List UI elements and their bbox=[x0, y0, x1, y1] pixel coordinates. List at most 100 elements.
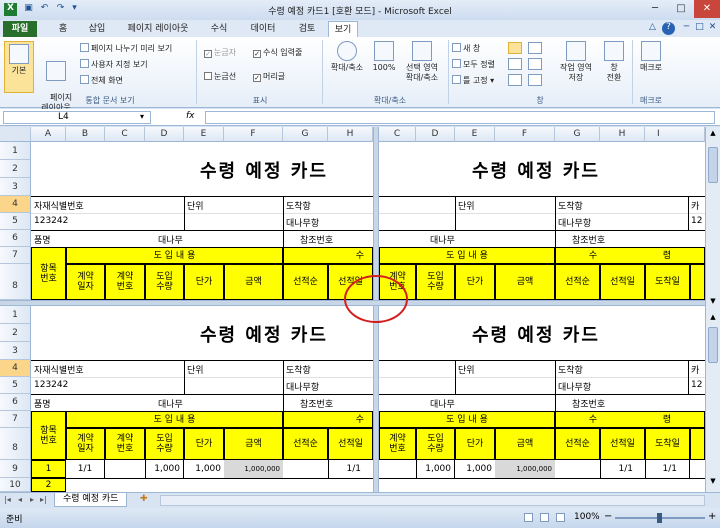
row-header-6[interactable]: 6 bbox=[0, 230, 31, 247]
tab-file[interactable]: 파일 bbox=[3, 21, 37, 37]
save-workspace-button[interactable]: 작업 영역 저장 bbox=[554, 41, 598, 83]
row-header-5-lower[interactable]: 5 bbox=[0, 377, 31, 394]
column-header-A[interactable]: A bbox=[31, 127, 66, 142]
contract-date-cell[interactable]: 1/1 bbox=[66, 460, 105, 478]
import-qty-cell[interactable]: 1,000 bbox=[145, 460, 184, 478]
maximize-button[interactable]: □ bbox=[668, 0, 694, 18]
tab-view[interactable]: 보기 bbox=[328, 21, 358, 37]
item-name-value-lower[interactable]: 대나무 bbox=[158, 397, 183, 410]
import-qty-cell-right[interactable]: 1,000 bbox=[416, 460, 455, 478]
row-header-8[interactable]: 8 bbox=[0, 264, 31, 300]
column-header-I-right[interactable]: I bbox=[645, 127, 705, 142]
row-header-3[interactable]: 3 bbox=[0, 178, 31, 196]
scroll-down-lower-icon[interactable]: ▼ bbox=[708, 477, 718, 487]
scroll-up-lower-icon[interactable]: ▲ bbox=[708, 313, 718, 323]
split-icon[interactable] bbox=[508, 42, 522, 54]
sheet-tab-1[interactable]: 수령 예정 카드 bbox=[54, 493, 128, 507]
ruler-checkbox[interactable]: ✓ 눈금자 bbox=[204, 47, 236, 58]
item-name-value-right[interactable]: 대나무 bbox=[430, 233, 455, 246]
arrival-date-cell-right[interactable]: 1/1 bbox=[645, 460, 690, 478]
ship-date-cell[interactable]: 1/1 bbox=[328, 460, 373, 478]
item-name-value-lower-right[interactable]: 대나무 bbox=[430, 397, 455, 410]
macros-button[interactable]: 매크로 bbox=[636, 41, 666, 73]
minimize-button[interactable]: ─ bbox=[642, 0, 668, 18]
scroll-up-icon[interactable]: ▲ bbox=[708, 129, 718, 139]
tab-home[interactable]: 홈 bbox=[50, 21, 76, 37]
amount-cell-right[interactable]: 1,000,000 bbox=[495, 460, 555, 478]
row-header-3-lower[interactable]: 3 bbox=[0, 342, 31, 360]
row-header-4[interactable]: 4 bbox=[0, 196, 31, 213]
tab-data[interactable]: 데이터 bbox=[244, 21, 282, 37]
view-side-by-side-icon[interactable] bbox=[528, 42, 542, 54]
seq-cell-1[interactable]: 1 bbox=[31, 460, 66, 478]
scroll-down-icon[interactable]: ▼ bbox=[708, 297, 718, 307]
item-id-value-lower[interactable]: 123242 bbox=[34, 380, 68, 390]
tab-nav-first-icon[interactable]: |◂ bbox=[4, 495, 11, 504]
insert-function-icon[interactable]: fx bbox=[186, 111, 195, 121]
column-header-E-right[interactable]: E bbox=[455, 127, 495, 142]
gridlines-checkbox[interactable]: 눈금선 bbox=[204, 71, 236, 82]
column-header-D-right[interactable]: D bbox=[416, 127, 455, 142]
item-id-value[interactable]: 123242 bbox=[34, 216, 68, 226]
new-window-button[interactable]: 새 창 bbox=[452, 43, 480, 54]
column-header-C-right[interactable]: C bbox=[379, 127, 416, 142]
insert-sheet-icon[interactable]: ✚ bbox=[140, 494, 148, 504]
row-header-7-lower[interactable]: 7 bbox=[0, 411, 31, 428]
formula-input[interactable] bbox=[205, 111, 715, 124]
page-break-preview-button[interactable]: 페이지 나누기 미리 보기 bbox=[80, 43, 172, 54]
synchronous-scrolling-icon[interactable] bbox=[528, 58, 542, 70]
column-header-F-right[interactable]: F bbox=[495, 127, 555, 142]
destination-value-lower[interactable]: 대나무항 bbox=[286, 380, 319, 393]
unit-price-cell[interactable]: 1,000 bbox=[184, 460, 224, 478]
hide-window-icon[interactable] bbox=[508, 58, 522, 70]
ship-date-cell-right[interactable]: 1/1 bbox=[600, 460, 645, 478]
item-name-value[interactable]: 대나무 bbox=[158, 233, 183, 246]
destination-value-right[interactable]: 대나무항 bbox=[558, 216, 591, 229]
formula-bar-checkbox[interactable]: ✓ 수식 입력줄 bbox=[253, 47, 302, 58]
row-header-4-lower[interactable]: 4 bbox=[0, 360, 31, 377]
scroll-thumb[interactable] bbox=[708, 147, 718, 183]
tab-nav-next-icon[interactable]: ▸ bbox=[30, 495, 34, 504]
zoom-in-button[interactable]: + bbox=[708, 511, 716, 522]
row-header-8-lower[interactable]: 8 bbox=[0, 428, 31, 460]
unhide-window-icon[interactable] bbox=[508, 74, 522, 86]
help-icon[interactable]: ? bbox=[662, 22, 675, 35]
tab-review[interactable]: 검토 bbox=[292, 21, 322, 37]
column-header-B[interactable]: B bbox=[66, 127, 105, 142]
unit-price-cell-right[interactable]: 1,000 bbox=[455, 460, 495, 478]
minimize-ribbon-icon[interactable]: △ bbox=[646, 22, 659, 35]
name-box[interactable]: L4 bbox=[3, 111, 151, 124]
reset-window-position-icon[interactable] bbox=[528, 74, 542, 86]
destination-value-lower-right[interactable]: 대나무항 bbox=[558, 380, 591, 393]
amount-cell[interactable]: 1,000,000 bbox=[224, 460, 283, 478]
page-layout-status-icon[interactable] bbox=[540, 513, 549, 522]
normal-view-button[interactable]: 기본 bbox=[4, 41, 34, 93]
custom-views-button[interactable]: 사용자 지정 보기 bbox=[80, 59, 148, 70]
normal-view-status-icon[interactable] bbox=[524, 513, 533, 522]
zoom-level[interactable]: 100% bbox=[574, 512, 600, 522]
seq-cell-2[interactable]: 2 bbox=[31, 478, 66, 492]
row-header-7[interactable]: 7 bbox=[0, 247, 31, 264]
column-header-G[interactable]: G bbox=[283, 127, 328, 142]
column-header-G-right[interactable]: G bbox=[555, 127, 600, 142]
workbook-minimize-icon[interactable]: ─ bbox=[680, 22, 693, 35]
workbook-restore-icon[interactable]: □ bbox=[693, 22, 706, 35]
zoom-100-button[interactable]: 100% bbox=[370, 41, 398, 73]
row-header-6-lower[interactable]: 6 bbox=[0, 394, 31, 411]
row-header-2-lower[interactable]: 2 bbox=[0, 324, 31, 342]
row-header-5[interactable]: 5 bbox=[0, 213, 31, 230]
tab-formulas[interactable]: 수식 bbox=[204, 21, 234, 37]
row-header-2[interactable]: 2 bbox=[0, 160, 31, 178]
tab-page-layout[interactable]: 페이지 레이아웃 bbox=[118, 21, 198, 37]
column-header-C[interactable]: C bbox=[105, 127, 145, 142]
headings-checkbox[interactable]: ✓ 머리글 bbox=[253, 71, 285, 82]
tab-insert[interactable]: 삽입 bbox=[82, 21, 112, 37]
scroll-thumb-lower[interactable] bbox=[708, 327, 718, 363]
column-header-F[interactable]: F bbox=[224, 127, 283, 142]
close-button[interactable]: ✕ bbox=[694, 0, 720, 18]
zoom-to-selection-button[interactable]: 선택 영역 확대/축소 bbox=[400, 41, 444, 83]
freeze-panes-button[interactable]: 틀 고정 ▾ bbox=[452, 75, 494, 86]
column-header-H[interactable]: H bbox=[328, 127, 373, 142]
workbook-close-icon[interactable]: ✕ bbox=[706, 22, 719, 35]
row-header-9[interactable]: 9 bbox=[0, 460, 31, 478]
